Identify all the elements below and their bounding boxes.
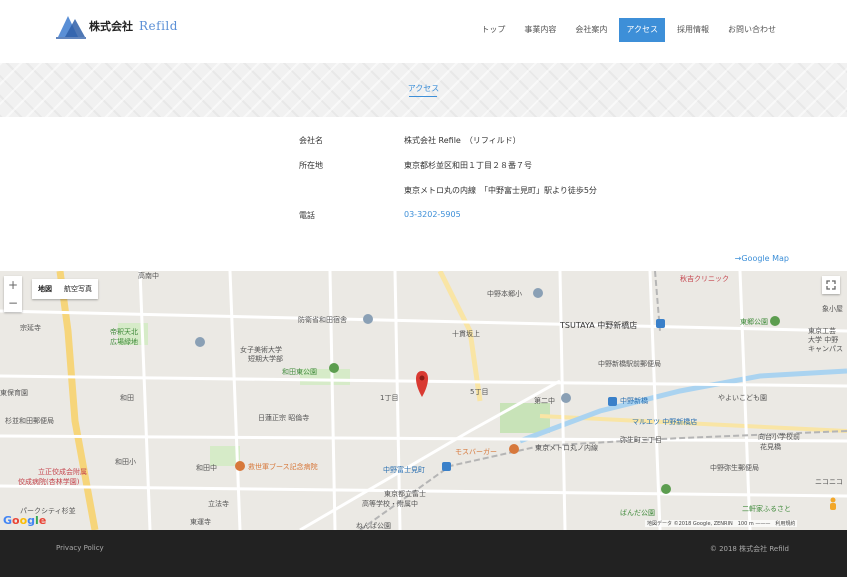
nav-access[interactable]: アクセス	[619, 18, 665, 42]
company-value: 株式会社 Refile （リフィルド）	[404, 136, 521, 145]
site-logo[interactable]: 株式会社 Refild	[56, 13, 178, 39]
map-label: 日蓮正宗 昭倫寺	[258, 414, 310, 422]
nav-company[interactable]: 会社案内	[568, 18, 614, 42]
address-value: 東京都杉並区和田１丁目２８番７号	[404, 161, 532, 170]
map-label: 象小屋	[822, 305, 843, 313]
map-label: 宗延寺	[20, 324, 41, 332]
nav-top[interactable]: トップ	[474, 18, 512, 42]
map-label: 中野富士見町	[383, 466, 425, 474]
page-title: アクセス	[407, 84, 440, 93]
map-label: 救世軍ブース記念病院	[248, 463, 318, 471]
google-logo[interactable]: Google	[3, 514, 46, 527]
embedded-map[interactable]: 高南中 中野本郷小 秋吉クリニック 宗延寺 帝釈天北 広場緑地 防衛省和田宿舎 …	[0, 271, 847, 530]
map-label: 立法寺	[208, 500, 229, 508]
map-label: 和田東公園	[282, 368, 317, 376]
map-label: 帝釈天北	[110, 328, 138, 336]
map-label: ニコニコ	[815, 478, 843, 486]
map-label: ねんぱ公園	[356, 522, 391, 530]
copyright-text: © 2018 株式会社 Refild	[709, 545, 789, 553]
map-type-satellite-button[interactable]: 航空写真	[58, 279, 98, 299]
map-label: 和田小	[115, 458, 136, 466]
fullscreen-icon	[826, 280, 836, 290]
logo-name: Refild	[139, 19, 178, 33]
zoom-in-button[interactable]: +	[4, 276, 22, 294]
map-label: 1丁目	[380, 394, 399, 402]
phone-link[interactable]: 03-3202-5905	[404, 210, 461, 219]
title-underline	[409, 96, 437, 97]
map-label: ばんだ公園	[620, 509, 655, 517]
map-attribution[interactable]: 地図データ ©2018 Google, ZENRIN 100 m ——— 利用規…	[645, 520, 798, 527]
map-label: TSUTAYA 中野新橋店	[560, 321, 638, 330]
map-label: 弥生町三丁目	[620, 436, 662, 444]
map-label: 立正佼成会附属	[38, 468, 87, 476]
map-label: 広場緑地	[110, 338, 138, 346]
map-zoom-control: + −	[4, 276, 22, 312]
map-label: 中野新橋駅前郵便局	[598, 360, 661, 368]
nav-recruit[interactable]: 採用情報	[670, 18, 716, 42]
map-label: 防衛省和田宿舎	[298, 316, 347, 324]
logo-mark-icon	[56, 16, 86, 39]
main-nav: トップ 事業内容 会社案内 アクセス 採用情報 お問い合わせ	[469, 18, 783, 42]
map-type-map-button[interactable]: 地図	[32, 279, 58, 299]
map-label: 中野弥生郵便局	[710, 464, 759, 472]
nav-business[interactable]: 事業内容	[517, 18, 563, 42]
map-label: 向台小学校前	[758, 433, 800, 441]
map-label: 東京都立富士	[384, 490, 426, 498]
map-label: モスバーガー	[455, 448, 497, 456]
nav-contact[interactable]: お問い合わせ	[721, 18, 783, 42]
map-label: 第二中	[534, 397, 555, 405]
map-label: 東郷公園	[740, 318, 768, 326]
fullscreen-button[interactable]	[822, 276, 840, 294]
map-label: 短期大学部	[248, 355, 283, 363]
map-label: マルエツ 中野新橋店	[632, 418, 698, 426]
map-label: やよいこども園	[718, 394, 767, 402]
map-label: 5丁目	[470, 388, 489, 396]
map-label: 高等学校・附属中	[362, 500, 418, 508]
google-map-link[interactable]: →Google Map	[735, 254, 789, 263]
privacy-policy-link[interactable]: Privacy Policy	[56, 544, 104, 552]
street-view-pegman-icon[interactable]	[826, 497, 840, 513]
page-hero: アクセス	[0, 63, 847, 117]
map-label: 和田中	[196, 464, 217, 472]
map-label: 東保育園	[0, 389, 28, 397]
map-label: 中野新橋	[620, 397, 648, 405]
site-header: 株式会社 Refild トップ 事業内容 会社案内 アクセス 採用情報 お問い合…	[0, 0, 847, 63]
map-label: 花見橋	[760, 443, 781, 451]
address-label: 所在地	[299, 161, 323, 170]
map-label: 佼成病院(杏林学園)	[18, 478, 80, 486]
site-footer: Privacy Policy © 2018 株式会社 Refild	[0, 530, 847, 577]
map-label: 中野本郷小	[487, 290, 522, 298]
zoom-out-button[interactable]: −	[4, 294, 22, 312]
phone-label: 電話	[299, 211, 315, 220]
map-label: 東京メトロ丸ノ内線	[535, 444, 598, 452]
map-label: キャンパス	[808, 345, 843, 353]
map-label: 和田	[120, 394, 134, 402]
map-label: 二軒家ふるさと	[742, 505, 791, 513]
logo-company-type: 株式会社	[89, 20, 133, 33]
map-label: 高南中	[138, 272, 159, 280]
access-value: 東京メトロ丸の内線 「中野富士見町」駅より徒歩5分	[404, 186, 597, 195]
map-label: 東運寺	[190, 518, 211, 526]
map-type-control: 地図 航空写真	[32, 279, 98, 299]
map-label: 秋吉クリニック	[680, 275, 729, 283]
company-label: 会社名	[299, 136, 323, 145]
map-label: 十貫坂上	[452, 330, 480, 338]
map-label: 杉並和田郵便局	[5, 417, 54, 425]
